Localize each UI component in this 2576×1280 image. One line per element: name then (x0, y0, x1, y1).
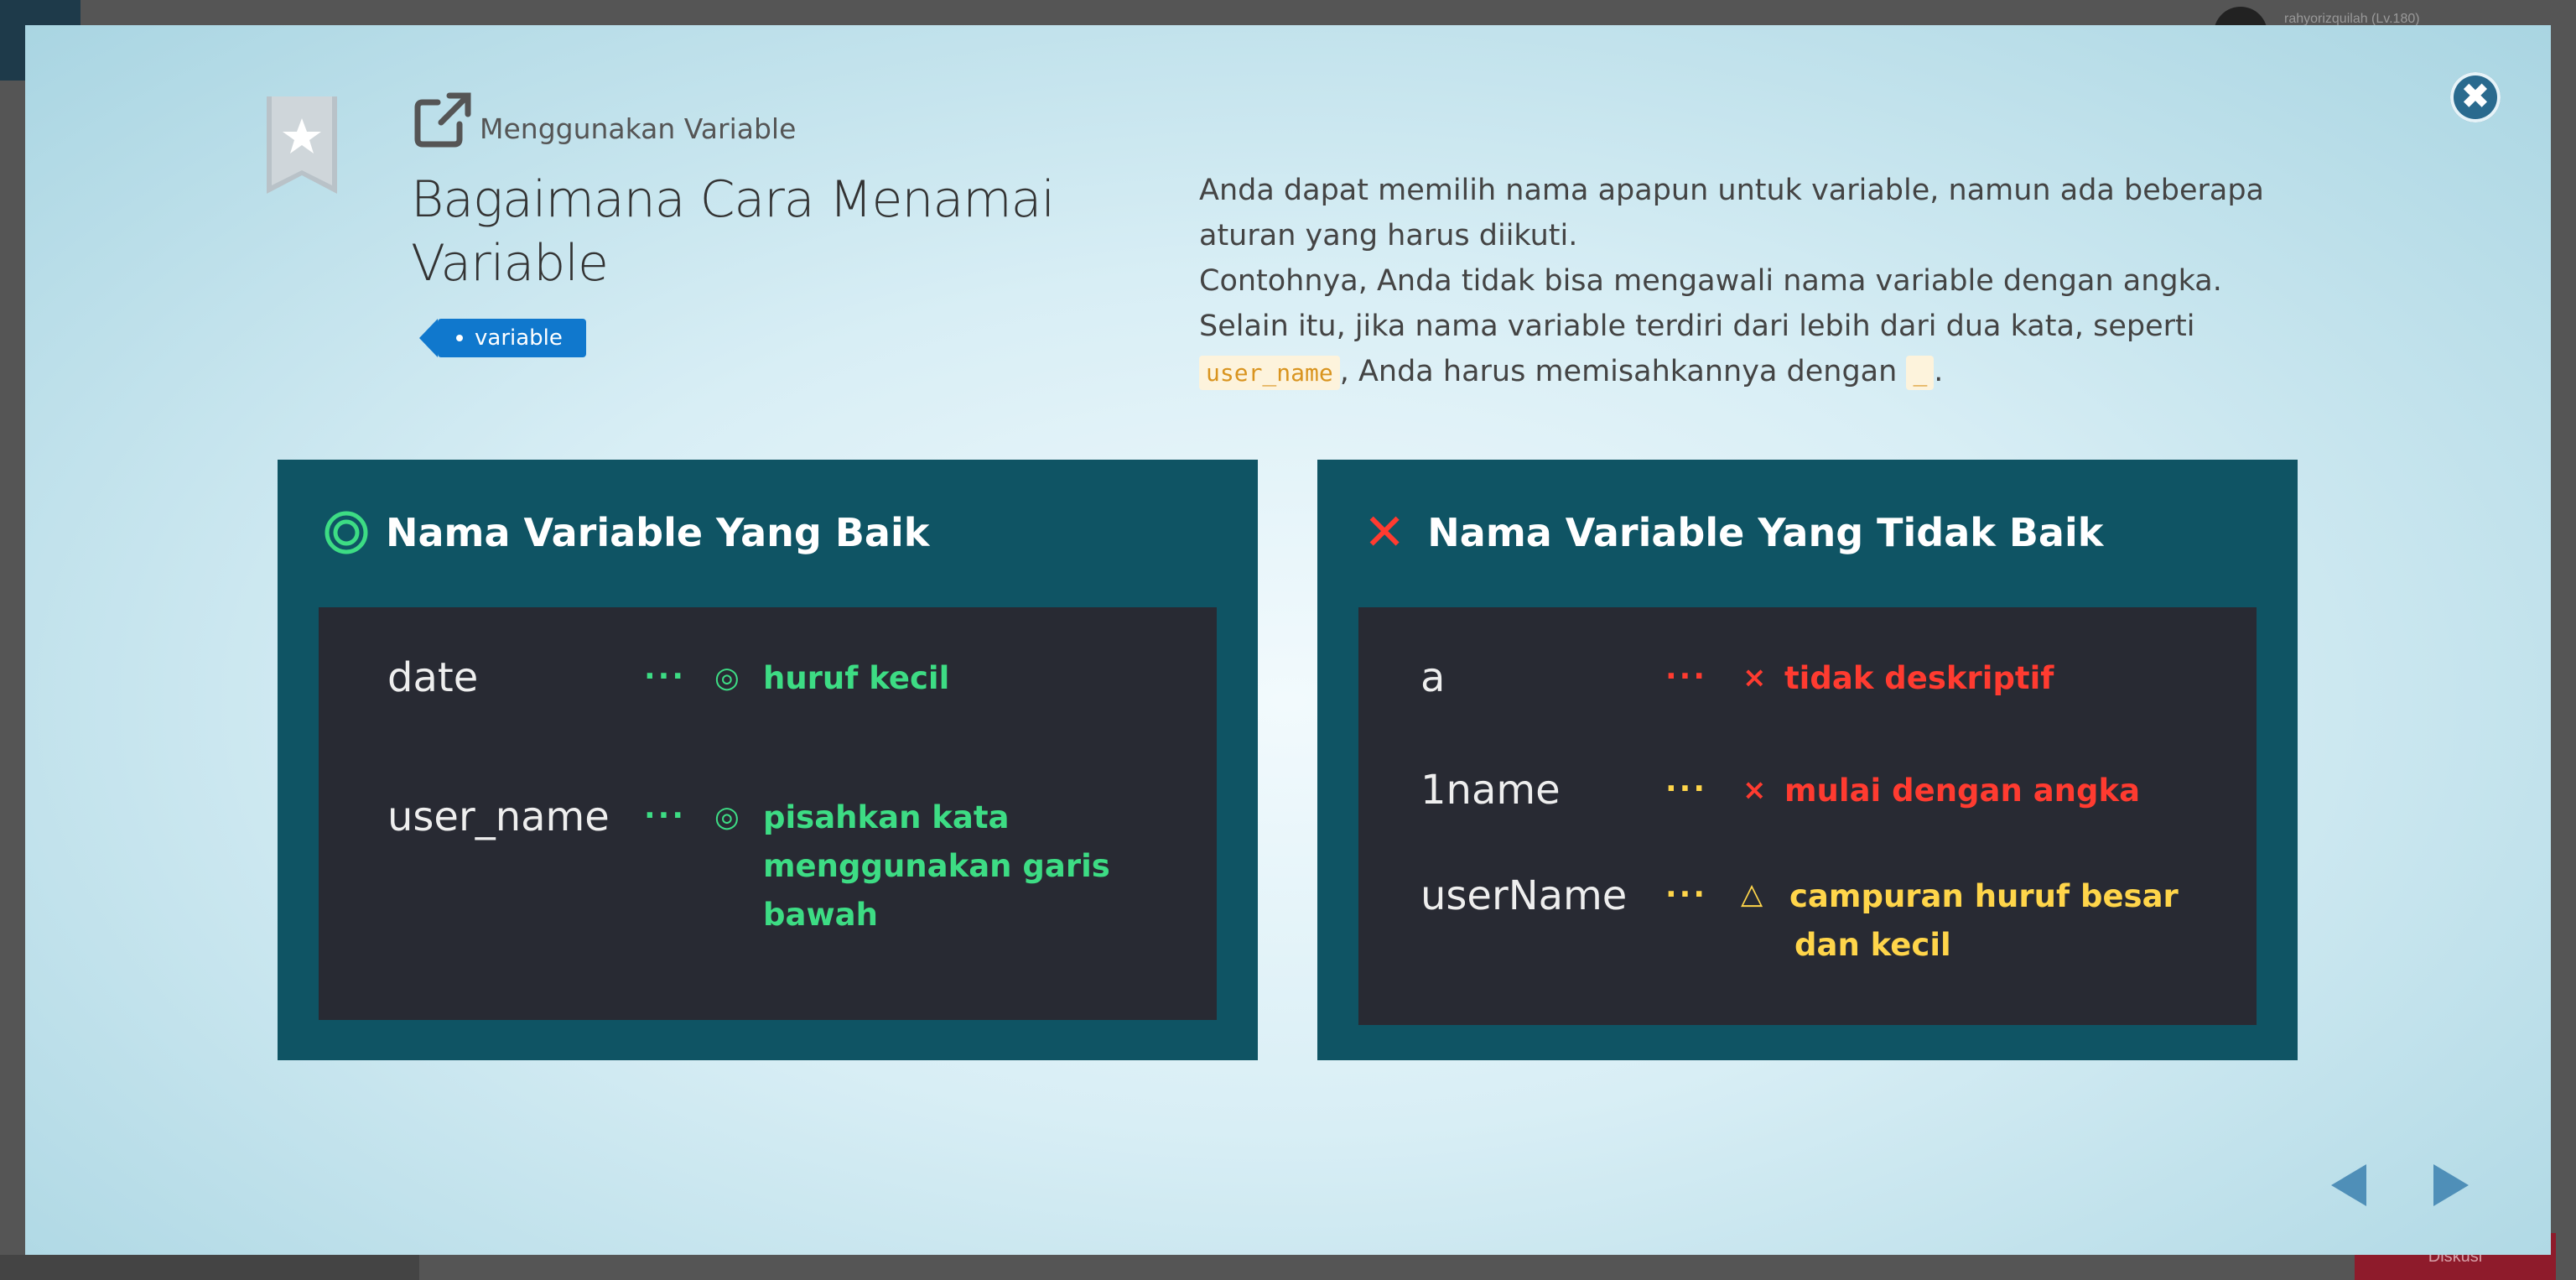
inline-code: _ (1906, 356, 1935, 390)
dots: ··· (1665, 659, 1708, 694)
triangle-icon: △ (1741, 877, 1763, 911)
note-text: campuran huruf besar (1789, 878, 2179, 914)
horizontal-scrollbar[interactable] (0, 1255, 419, 1280)
card-heading: ✕ Nama Variable Yang Tidak Baik (1363, 503, 2104, 562)
dots: ··· (644, 799, 687, 833)
note-text: dan kecil (1794, 927, 1951, 963)
external-link-icon (414, 92, 471, 148)
cross-mark-icon: × (1742, 661, 1767, 695)
bad-naming-card: ✕ Nama Variable Yang Tidak Baik a ··· × … (1317, 460, 2298, 1060)
variable-name: a (1420, 654, 1446, 701)
category-label: Menggunakan Variable (480, 112, 797, 145)
card-heading: Nama Variable Yang Baik (324, 510, 929, 555)
close-button[interactable]: ✖ (2450, 72, 2501, 122)
description-line: Contohnya, Anda tidak bisa mengawali nam… (1199, 264, 2222, 298)
description-line: Selain itu, jika nama variable terdiri d… (1199, 310, 2195, 343)
dots: ··· (1665, 877, 1708, 912)
tag-badge[interactable]: variable (419, 319, 586, 357)
double-circle-icon (325, 511, 368, 554)
variable-name: userName (1420, 872, 1628, 919)
card-heading-text: Nama Variable Yang Tidak Baik (1427, 510, 2104, 555)
page-title: Bagaimana Cara Menamai Variable (411, 170, 1055, 293)
good-naming-card: Nama Variable Yang Baik date ··· ◎ huruf… (278, 460, 1258, 1060)
inline-code: user_name (1199, 356, 1340, 390)
variable-name: date (387, 654, 479, 701)
description-line: . (1934, 355, 1944, 388)
variable-name: user_name (387, 793, 610, 840)
bookmark-icon[interactable] (267, 96, 337, 194)
note-text: mulai dengan angka (1784, 773, 2141, 809)
example-panel: date ··· ◎ huruf kecil user_name ··· ◎ p… (319, 607, 1217, 1020)
dots: ··· (1665, 772, 1708, 806)
card-heading-text: Nama Variable Yang Baik (386, 510, 930, 555)
note-text: pisahkan kata (763, 799, 1010, 835)
variable-name: 1name (1420, 767, 1561, 814)
dots: ··· (644, 659, 687, 694)
good-mark-icon: ◎ (714, 800, 740, 834)
description: Anda dapat memilih nama apapun untuk var… (1199, 168, 2314, 396)
note-text: tidak deskriptif (1784, 660, 2054, 696)
next-slide-button[interactable] (2430, 1163, 2472, 1208)
previous-slide-button[interactable] (2328, 1163, 2370, 1208)
cross-mark-icon: × (1742, 773, 1767, 807)
slide-modal: ✖ Menggunakan Variable Bagaimana Cara Me… (25, 25, 2551, 1255)
description-line: Anda dapat memilih nama apapun untuk var… (1199, 174, 2264, 252)
example-panel: a ··· × tidak deskriptif 1name ··· × mul… (1358, 607, 2257, 1025)
description-line: , Anda harus memisahkannya dengan (1339, 355, 1898, 388)
good-mark-icon: ◎ (714, 661, 740, 695)
note-text: menggunakan garis bawah (763, 848, 1110, 933)
note-text: huruf kecil (763, 660, 950, 696)
cross-icon: ✕ (1363, 503, 1406, 562)
